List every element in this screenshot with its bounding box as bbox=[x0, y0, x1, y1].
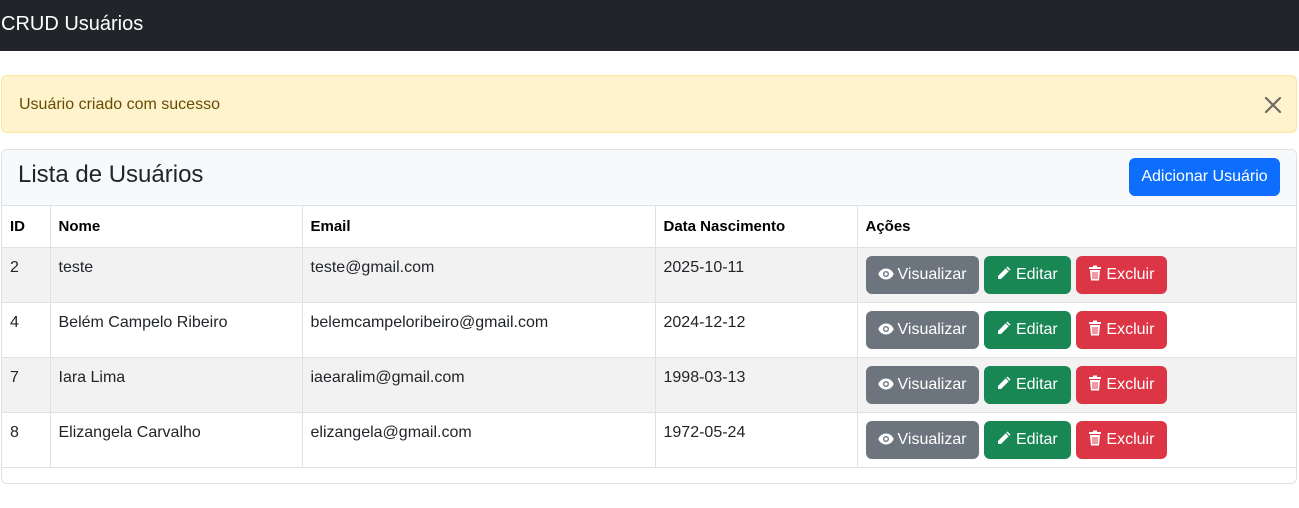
edit-button-label: Editar bbox=[1015, 375, 1058, 393]
header-data-nascimento: Data Nascimento bbox=[654, 206, 858, 248]
view-button[interactable]: Visualizar bbox=[865, 255, 979, 294]
edit-button[interactable]: Editar bbox=[983, 310, 1071, 349]
cell-email: iaearalim@gmail.com bbox=[301, 356, 656, 413]
users-table: ID Nome Email Data Nascimento Ações 2 te… bbox=[2, 206, 1296, 468]
trash-icon bbox=[1089, 430, 1102, 445]
trash-icon bbox=[1089, 375, 1102, 390]
edit-button[interactable]: Editar bbox=[983, 255, 1071, 294]
success-alert: Usuário criado com sucesso bbox=[1, 75, 1297, 133]
cell-data-nascimento: 2025-10-11 bbox=[654, 246, 858, 303]
add-user-button[interactable]: Adicionar Usuário bbox=[1129, 158, 1280, 196]
header-acoes: Ações bbox=[856, 206, 1296, 248]
view-button[interactable]: Visualizar bbox=[865, 420, 979, 459]
header-email: Email bbox=[301, 206, 656, 248]
delete-button[interactable]: Excluir bbox=[1076, 420, 1168, 459]
edit-button[interactable]: Editar bbox=[983, 365, 1071, 404]
view-button[interactable]: Visualizar bbox=[865, 365, 979, 404]
table-row: 2 teste teste@gmail.com 2025-10-11 Visua… bbox=[2, 246, 1296, 303]
cell-acoes: Visualizar Editar Excluir bbox=[856, 246, 1296, 303]
cell-data-nascimento: 1998-03-13 bbox=[654, 356, 858, 413]
table-row: 8 Elizangela Carvalho elizangela@gmail.c… bbox=[2, 411, 1296, 468]
pencil-icon bbox=[997, 431, 1011, 444]
navbar-brand[interactable]: CRUD Usuários bbox=[1, 12, 143, 36]
cell-id: 4 bbox=[2, 301, 51, 358]
edit-button-label: Editar bbox=[1015, 320, 1058, 338]
view-button-label: Visualizar bbox=[897, 430, 967, 448]
eye-icon bbox=[877, 323, 894, 334]
pencil-icon bbox=[997, 266, 1011, 279]
close-icon[interactable] bbox=[1261, 93, 1285, 117]
cell-id: 8 bbox=[2, 411, 51, 468]
cell-id: 2 bbox=[2, 246, 51, 303]
delete-button-label: Excluir bbox=[1106, 375, 1155, 393]
navbar: CRUD Usuários bbox=[0, 0, 1299, 51]
view-button-label: Visualizar bbox=[897, 320, 967, 338]
delete-button-label: Excluir bbox=[1106, 265, 1155, 283]
cell-email: elizangela@gmail.com bbox=[301, 411, 656, 468]
eye-icon bbox=[877, 433, 894, 444]
edit-button-label: Editar bbox=[1015, 430, 1058, 448]
table-row: 7 Iara Lima iaearalim@gmail.com 1998-03-… bbox=[2, 356, 1296, 413]
eye-icon bbox=[877, 268, 894, 279]
view-button-label: Visualizar bbox=[897, 265, 967, 283]
header-id: ID bbox=[2, 206, 51, 248]
cell-data-nascimento: 2024-12-12 bbox=[654, 301, 858, 358]
cell-acoes: Visualizar Editar Excluir bbox=[856, 356, 1296, 413]
cell-email: belemcampeloribeiro@gmail.com bbox=[301, 301, 656, 358]
cell-id: 7 bbox=[2, 356, 51, 413]
trash-icon bbox=[1089, 265, 1102, 280]
card-title: Lista de Usuários bbox=[18, 161, 204, 188]
cell-acoes: Visualizar Editar Excluir bbox=[856, 411, 1296, 468]
users-card: Lista de Usuários Adicionar Usuário ID N… bbox=[1, 149, 1297, 484]
cell-acoes: Visualizar Editar Excluir bbox=[856, 301, 1296, 358]
trash-icon bbox=[1089, 320, 1102, 335]
table-header-row: ID Nome Email Data Nascimento Ações bbox=[2, 206, 1296, 248]
cell-email: teste@gmail.com bbox=[301, 246, 656, 303]
cell-nome: teste bbox=[49, 246, 303, 303]
delete-button[interactable]: Excluir bbox=[1076, 255, 1168, 294]
view-button[interactable]: Visualizar bbox=[865, 310, 979, 349]
pencil-icon bbox=[997, 376, 1011, 389]
alert-message: Usuário criado com sucesso bbox=[19, 96, 220, 113]
cell-data-nascimento: 1972-05-24 bbox=[654, 411, 858, 468]
edit-button-label: Editar bbox=[1015, 265, 1058, 283]
cell-nome: Elizangela Carvalho bbox=[49, 411, 303, 468]
delete-button-label: Excluir bbox=[1106, 430, 1155, 448]
header-nome: Nome bbox=[49, 206, 303, 248]
pencil-icon bbox=[997, 321, 1011, 334]
cell-nome: Belém Campelo Ribeiro bbox=[49, 301, 303, 358]
eye-icon bbox=[877, 378, 894, 389]
table-row: 4 Belém Campelo Ribeiro belemcampeloribe… bbox=[2, 301, 1296, 358]
view-button-label: Visualizar bbox=[897, 375, 967, 393]
delete-button-label: Excluir bbox=[1106, 320, 1155, 338]
edit-button[interactable]: Editar bbox=[983, 420, 1071, 459]
card-header: Lista de Usuários Adicionar Usuário bbox=[2, 150, 1296, 206]
cell-nome: Iara Lima bbox=[49, 356, 303, 413]
delete-button[interactable]: Excluir bbox=[1076, 365, 1168, 404]
delete-button[interactable]: Excluir bbox=[1076, 310, 1168, 349]
